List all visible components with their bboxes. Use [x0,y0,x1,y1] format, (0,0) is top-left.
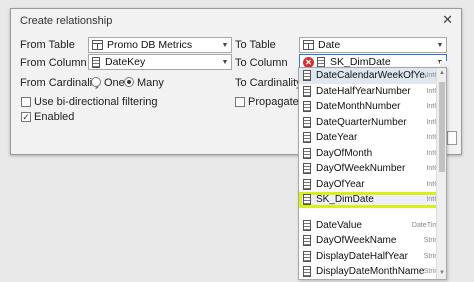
from-column-label: From Column [20,57,87,69]
column-icon [303,194,311,206]
cardinality-one-label: One [104,77,125,89]
dropdown-item[interactable]: DayOfMonth Int64 [299,146,446,162]
dropdown-item-name: DayOfWeekName [316,235,397,247]
column-icon [303,250,311,262]
to-table-select[interactable]: Date ▼ [299,37,447,53]
column-icon [92,56,100,68]
dropdown-item[interactable]: DisplayDateMonthNameShortString [299,280,446,281]
enabled-checkbox[interactable]: ✓ [21,112,31,122]
dropdown-item-name: DateHalfYearNumber [316,85,411,97]
cardinality-many-label: Many [137,77,164,89]
dropdown-item[interactable]: DateMonthNumber Int64 [299,99,446,115]
dropdown-item[interactable]: DayOfWeekNumber Int64 [299,161,446,177]
chevron-down-icon: ▼ [221,41,229,49]
error-icon: ✕ [303,56,314,68]
dropdown-item[interactable]: DateCalendarWeekOfYearNumberInt64 [299,68,446,84]
cardinality-one-radio[interactable] [91,77,101,87]
from-column-select[interactable]: DateKey ▼ [88,54,232,70]
scroll-down-icon[interactable]: ▼ [437,268,446,279]
from-table-select[interactable]: Promo DB Metrics ▼ [88,37,232,53]
dropdown-item-name: DateValue [316,219,362,231]
dropdown-item[interactable]: DateQuarterNumber Int64 [299,115,446,131]
dropdown-item-name: DayOfYear [316,178,365,190]
dropdown-separator [299,208,446,218]
bidirectional-label: Use bi-directional filtering [34,96,158,108]
dropdown-item[interactable]: DisplayDateHalfYear String [299,249,446,265]
scroll-up-icon[interactable]: ▲ [437,68,446,79]
to-table-value: Date [318,39,341,51]
from-table-value: Promo DB Metrics [107,39,193,51]
column-icon [303,266,311,278]
column-icon [303,116,311,128]
column-icon [303,70,311,82]
dialog-button-edge[interactable] [447,131,457,145]
column-icon [303,219,311,231]
chevron-down-icon: ▼ [221,58,229,66]
dropdown-item-name: SK_DimDate [316,194,374,206]
cardinality-many-radio[interactable] [124,77,134,87]
dropdown-item-name: DateCalendarWeekOfYearNumber [316,70,426,82]
dropdown-item-name: DayOfMonth [316,147,373,159]
column-icon [303,101,311,113]
close-icon[interactable]: ✕ [442,12,453,28]
dropdown-item-name: DateQuarterNumber [316,116,407,128]
column-icon [303,132,311,144]
dropdown-item-name: DayOfWeekNumber [316,163,406,175]
dropdown-group-bottom: DateValue DateTime DayOfWeekName String Disp… [299,218,446,281]
from-cardinality-label: From Cardinality [20,77,101,89]
to-cardinality-label: To Cardinality [235,77,302,89]
dropdown-item[interactable]: DayOfYear Int64 [299,177,446,193]
dropdown-item[interactable]: DateHalfYearNumber Int64 [299,84,446,100]
to-table-label: To Table [235,39,276,51]
bidirectional-checkbox[interactable] [21,97,31,107]
from-column-value: DateKey [105,56,146,68]
column-icon [303,235,311,247]
from-table-label: From Table [20,39,75,51]
enabled-label: Enabled [34,111,75,123]
dropdown-item[interactable]: DayOfWeekName String [299,233,446,249]
table-icon [92,40,103,50]
table-icon [303,40,314,50]
dropdown-item-name: DateYear [316,132,358,144]
column-icon [303,85,311,97]
dropdown-item-name: DateMonthNumber [316,101,401,113]
to-column-label: To Column [235,57,288,69]
dialog-title: Create relationship [20,15,113,27]
column-icon [303,163,311,175]
dropdown-item-name: DisplayDateMonthName [316,266,424,278]
column-icon [303,147,311,159]
dropdown-item[interactable]: SK_DimDate Int64 [299,192,446,208]
scroll-thumb[interactable] [439,82,445,172]
propagate-checkbox[interactable] [235,97,245,107]
column-dropdown-list[interactable]: DateCalendarWeekOfYearNumberInt64DateHal… [298,67,447,280]
column-icon [317,56,325,68]
dropdown-item[interactable]: DateYear Int64 [299,130,446,146]
chevron-down-icon: ▼ [436,41,444,49]
column-icon [303,178,311,190]
dropdown-item[interactable]: DisplayDateMonthName String [299,264,446,279]
dropdown-scrollbar[interactable]: ▲ ▼ [436,68,446,279]
dropdown-group-top: DateCalendarWeekOfYearNumberInt64DateHal… [299,68,446,208]
dropdown-item-name: DisplayDateHalfYear [316,250,408,262]
dropdown-item[interactable]: DateValue DateTime [299,218,446,234]
